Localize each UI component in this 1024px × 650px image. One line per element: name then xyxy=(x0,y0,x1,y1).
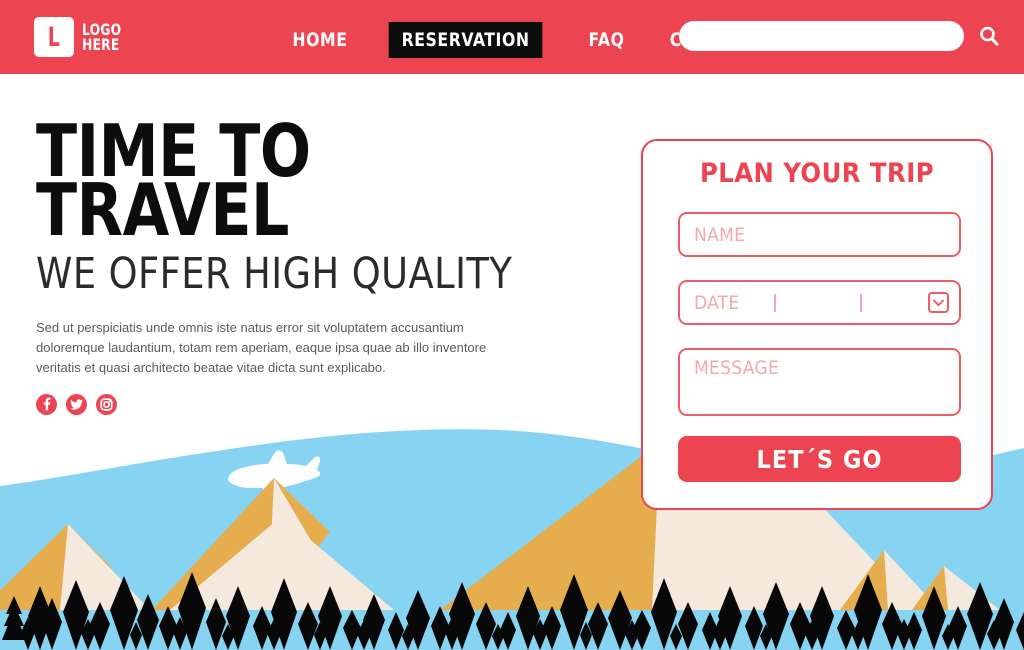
date-dropdown-button[interactable] xyxy=(928,292,949,313)
message-textarea[interactable] xyxy=(694,357,945,414)
form-title: PLAN YOUR TRIP xyxy=(699,158,935,189)
logo[interactable]: L LOGO HERE xyxy=(34,17,128,57)
social-facebook-button[interactable] xyxy=(36,394,57,416)
page-title: TIME TO TRAVEL xyxy=(36,115,520,253)
social-instagram-button[interactable] xyxy=(96,394,117,416)
date-input[interactable] xyxy=(694,282,945,323)
site-header: L LOGO HERE HOME RESERVATION FAQ CONTACT xyxy=(0,0,1024,74)
name-field-wrapper xyxy=(678,212,961,257)
date-separator-1 xyxy=(774,293,776,312)
hero-content: TIME TO TRAVEL WE OFFER HIGH QUALITY Sed… xyxy=(36,115,556,416)
logo-mark-letter: L xyxy=(47,21,61,53)
search-icon xyxy=(980,26,999,46)
facebook-icon xyxy=(43,398,51,411)
search-area xyxy=(679,21,1002,51)
landing-page: L LOGO HERE HOME RESERVATION FAQ CONTACT xyxy=(0,0,1024,650)
logo-line-2: HERE xyxy=(82,35,120,54)
hero-paragraph: Sed ut perspiciatis unde omnis iste natu… xyxy=(36,320,487,376)
message-field-wrapper xyxy=(678,348,961,416)
name-input[interactable] xyxy=(694,214,945,255)
date-field-wrapper xyxy=(678,280,961,325)
hero-subtitle: WE OFFER HIGH QUALITY xyxy=(36,249,513,300)
social-twitter-button[interactable] xyxy=(66,394,87,416)
plan-your-trip-form: PLAN YOUR TRIP LET´S GO xyxy=(641,139,993,510)
logo-mark-icon: L xyxy=(34,17,74,57)
search-button[interactable] xyxy=(976,23,1002,49)
hero-title-line-2: TRAVEL xyxy=(36,168,289,253)
logo-text: LOGO HERE xyxy=(82,21,128,54)
nav-item-home[interactable]: HOME xyxy=(283,22,357,58)
submit-button[interactable]: LET´S GO xyxy=(678,436,961,482)
search-input[interactable] xyxy=(679,21,964,51)
instagram-icon xyxy=(100,398,113,412)
chevron-down-icon xyxy=(933,299,944,306)
nav-item-reservation[interactable]: RESERVATION xyxy=(388,22,543,58)
social-links xyxy=(36,394,556,416)
date-separator-2 xyxy=(860,293,862,312)
nav-item-faq[interactable]: FAQ xyxy=(579,22,633,58)
twitter-icon xyxy=(70,399,83,411)
